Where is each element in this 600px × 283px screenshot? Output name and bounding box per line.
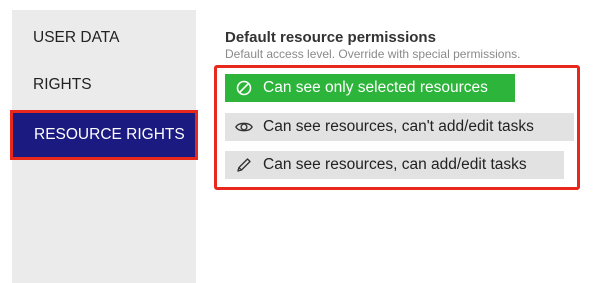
sidebar-item-user-data[interactable]: USER DATA [12, 16, 196, 60]
permission-option-label: Can see only selected resources [263, 79, 488, 96]
sidebar-item-label: RIGHTS [33, 76, 92, 93]
forbidden-circle-icon [235, 79, 253, 97]
section-subtitle: Default access level. Override with spec… [225, 47, 521, 61]
sidebar-item-label: USER DATA [33, 29, 120, 46]
pencil-icon [235, 156, 253, 174]
sidebar-item-rights[interactable]: RIGHTS [12, 63, 196, 107]
permission-option-label: Can see resources, can't add/edit tasks [263, 118, 534, 135]
section-title: Default resource permissions [225, 29, 436, 46]
sidebar-item-resource-rights[interactable]: RESOURCE RIGHTS [10, 110, 198, 160]
permission-option-view-only[interactable]: Can see resources, can't add/edit tasks [225, 113, 574, 141]
sidebar-item-label: RESOURCE RIGHTS [34, 126, 185, 143]
permission-option-selected-resources[interactable]: Can see only selected resources [225, 74, 515, 102]
permission-option-view-and-edit[interactable]: Can see resources, can add/edit tasks [225, 151, 564, 179]
permission-option-label: Can see resources, can add/edit tasks [263, 156, 527, 173]
eye-icon [235, 118, 253, 136]
sidebar: USER DATA RIGHTS RESOURCE RIGHTS [10, 10, 198, 283]
